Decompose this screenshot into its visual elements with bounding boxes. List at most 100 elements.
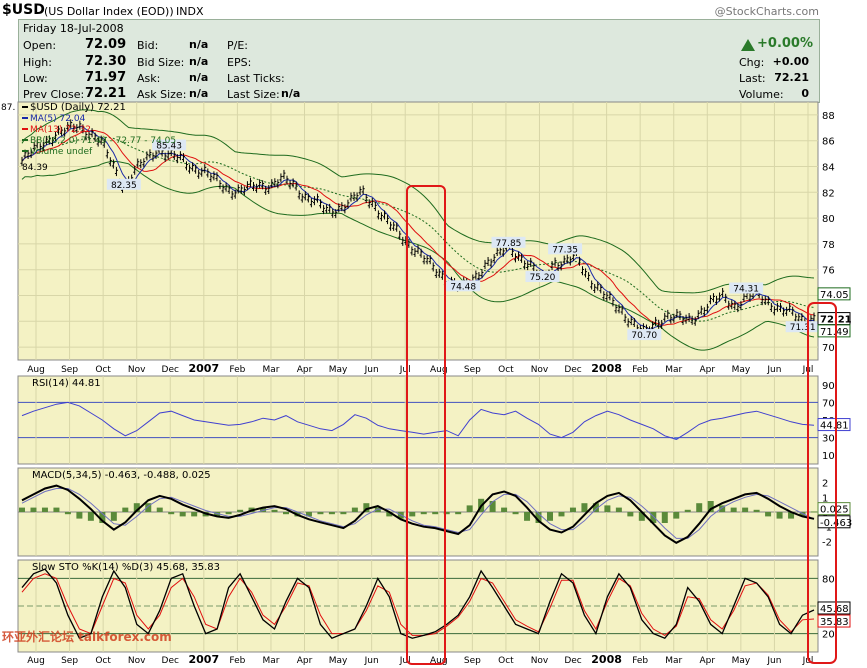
price-y-tick: 88 bbox=[822, 111, 835, 122]
macd-histogram-bar bbox=[53, 507, 60, 512]
sto-right-labels: 45.68 35.83 bbox=[817, 601, 851, 628]
sto-x-tick: Mar bbox=[262, 656, 279, 666]
sto-x-tick: Oct bbox=[498, 656, 514, 666]
price-x-tick: Nov bbox=[531, 365, 549, 375]
price-right-labels: 74.0572.2171.49 bbox=[817, 287, 852, 338]
price-y-tick: 70 bbox=[822, 343, 835, 354]
sto-x-tick: Jun bbox=[766, 656, 781, 666]
macd-y-tick: -2 bbox=[822, 537, 832, 548]
macd-histogram-bar bbox=[317, 512, 324, 515]
sto-right-label: 45.68 bbox=[820, 604, 849, 615]
price-x-tick: Jun bbox=[364, 365, 379, 375]
price-annotation: 70.70 bbox=[631, 331, 657, 341]
price-x-tick: Feb bbox=[229, 365, 245, 375]
rsi-y-tick: 90 bbox=[822, 381, 835, 392]
price-annotation: 82.35 bbox=[111, 181, 137, 191]
macd-histogram-bar bbox=[547, 512, 553, 521]
sto-x-tick: Feb bbox=[632, 656, 648, 666]
macd-histogram-bar bbox=[271, 509, 278, 512]
macd-histogram-bar bbox=[283, 512, 289, 515]
macd-histogram-bar bbox=[179, 512, 186, 517]
price-annotation: 77.85 bbox=[496, 239, 522, 249]
macd-histogram-bar bbox=[156, 507, 163, 512]
sto-title: Slow STO %K(14) %D(3) 45.68, 35.83 bbox=[32, 562, 220, 573]
macd-histogram-bar bbox=[673, 512, 680, 519]
price-y-tick: 84 bbox=[822, 163, 835, 174]
macd-histogram-bar bbox=[76, 512, 83, 519]
sto-y-tick: 80 bbox=[822, 574, 835, 585]
macd-histogram-bar bbox=[466, 505, 473, 512]
price-y-tick: 76 bbox=[822, 266, 835, 277]
macd-histogram-bar bbox=[64, 512, 71, 515]
legend-entry: MA(13) 72.32 bbox=[30, 125, 91, 135]
macd-histogram-bar bbox=[776, 512, 783, 519]
macd-histogram-bar bbox=[237, 509, 244, 512]
macd-histogram-bar bbox=[661, 512, 668, 523]
macd-histogram-bar bbox=[512, 512, 519, 515]
price-x-tick: Oct bbox=[498, 365, 514, 375]
sto-x-tick: Jul bbox=[399, 656, 411, 666]
price-x-tick: Feb bbox=[632, 365, 648, 375]
price-left-top-label: 87. bbox=[1, 103, 15, 113]
macd-histogram-bar bbox=[581, 503, 588, 512]
sto-x-tick: Nov bbox=[531, 656, 549, 666]
sto-x-tick: Mar bbox=[665, 656, 682, 666]
rsi-panel: 1030507090 44.81 RSI(14) 44.81 bbox=[17, 375, 851, 465]
sto-x-tick: Dec bbox=[162, 656, 179, 666]
macd-histogram-bar bbox=[742, 507, 749, 512]
price-left-label: 84.39 bbox=[22, 163, 48, 173]
legend-entry: BB(26,2.0) 71.49 - 72.77 - 74.05 bbox=[30, 136, 176, 146]
macd-title: MACD(5,34,5) -0.463, -0.488, 0.025 bbox=[32, 470, 211, 481]
sto-x-tick: May bbox=[732, 656, 751, 666]
price-annotation: 77.35 bbox=[552, 245, 578, 255]
macd-histogram-bar bbox=[604, 505, 611, 512]
rsi-y-tick: 30 bbox=[822, 434, 835, 445]
macd-histogram-bar bbox=[765, 512, 772, 517]
sto-x-tick: Sep bbox=[464, 656, 481, 666]
price-x-tick: May bbox=[732, 365, 751, 375]
macd-histogram-bar bbox=[558, 512, 565, 517]
macd-histogram-bar bbox=[524, 512, 531, 521]
macd-histogram-bar bbox=[110, 512, 117, 521]
macd-histogram-bar bbox=[191, 512, 198, 517]
macd-histogram-bar bbox=[41, 507, 48, 512]
sto-y-tick: 20 bbox=[822, 630, 835, 641]
macd-histogram-bar bbox=[87, 512, 94, 521]
sto-x-tick: Dec bbox=[564, 656, 581, 666]
rsi-right-labels: 44.81 bbox=[817, 418, 851, 432]
price-panel: 70727476788082848688 AugSepOctNovDec2007… bbox=[1, 101, 852, 375]
macd-histogram-bar bbox=[684, 509, 691, 512]
rsi-y-tick: 10 bbox=[822, 451, 835, 462]
sto-x-tick: Oct bbox=[95, 656, 111, 666]
price-y-tick: 86 bbox=[822, 137, 835, 148]
price-x-tick: Apr bbox=[700, 365, 716, 375]
price-x-tick: Aug bbox=[27, 365, 45, 375]
macd-histogram-bar bbox=[615, 507, 622, 512]
price-annotation: 74.48 bbox=[450, 282, 476, 292]
macd-histogram-bar bbox=[168, 512, 175, 515]
price-x-tick: Sep bbox=[61, 365, 78, 375]
macd-panel: -2-1012 0.025-0.463 MACD(5,34,5) -0.463,… bbox=[17, 467, 852, 557]
sto-x-tick: Feb bbox=[229, 656, 245, 666]
chart-canvas[interactable]: 70727476788082848688 AugSepOctNovDec2007… bbox=[0, 0, 867, 668]
sto-x-tick: Aug bbox=[27, 656, 45, 666]
macd-histogram-bar bbox=[122, 507, 129, 512]
macd-histogram-bar bbox=[30, 507, 37, 512]
macd-histogram-bar bbox=[696, 503, 703, 512]
price-x-tick: Jun bbox=[766, 365, 781, 375]
price-x-tick: May bbox=[329, 365, 348, 375]
price-x-tick: Dec bbox=[162, 365, 179, 375]
macd-histogram-bar bbox=[19, 507, 25, 512]
rsi-title: RSI(14) 44.81 bbox=[32, 378, 101, 389]
macd-histogram-bar bbox=[730, 507, 737, 512]
price-annotation: 74.31 bbox=[733, 285, 759, 295]
macd-histogram-bar bbox=[351, 507, 358, 512]
price-x-tick: Mar bbox=[262, 365, 279, 375]
macd-histogram-bar bbox=[328, 512, 335, 515]
macd-right-label: 0.025 bbox=[820, 505, 849, 516]
rsi-y-tick: 70 bbox=[822, 398, 835, 409]
legend-entry: Volume undef bbox=[30, 147, 93, 157]
legend-entry: MA(5) 72.04 bbox=[30, 114, 86, 124]
macd-histogram-bar bbox=[340, 512, 347, 515]
footer-watermark: 环亚外汇论坛 talkforex.com bbox=[2, 630, 172, 644]
